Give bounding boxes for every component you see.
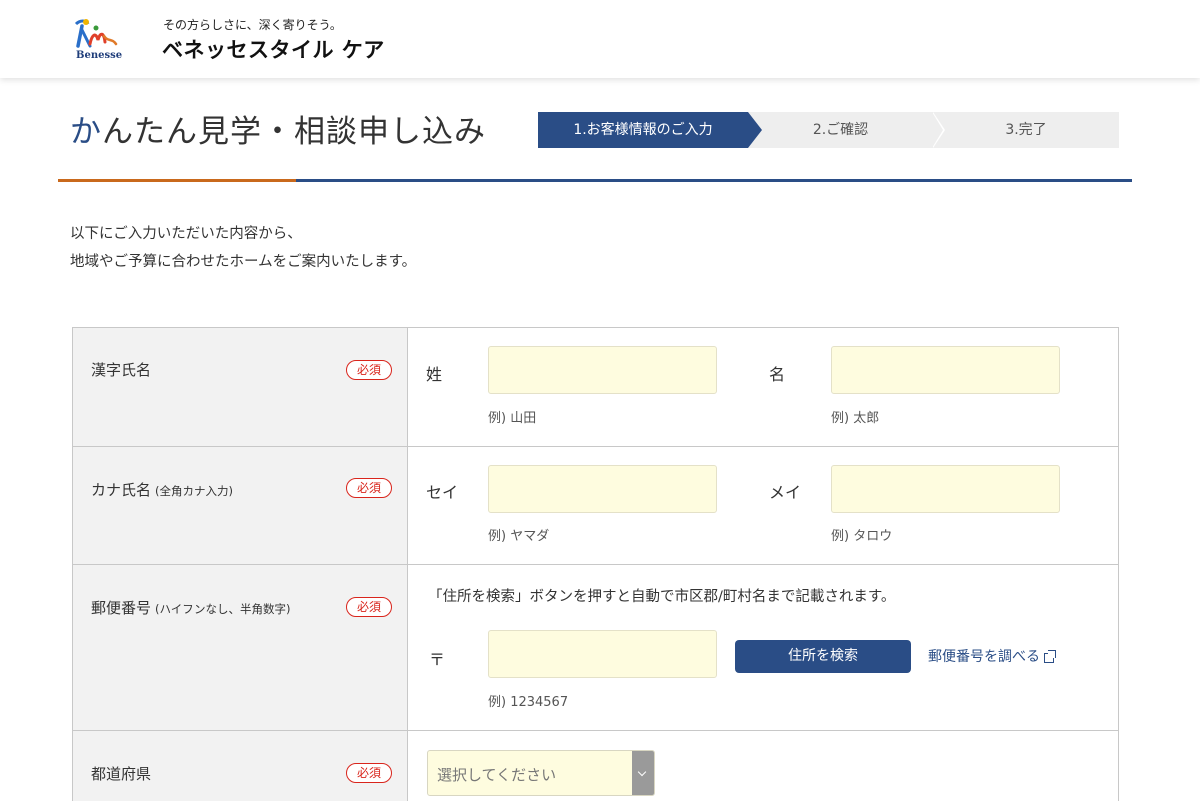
row-label-prefecture: 都道府県 必須 [73, 731, 408, 801]
kana-name-label: カナ氏名 (全角カナ入力) [91, 479, 233, 500]
kana-name-label-text: カナ氏名 [91, 481, 152, 499]
postal-code-label: 郵便番号 (ハイフンなし、半角数字) [91, 597, 291, 618]
tagline: その方らしさに、深く寄りそう。 [163, 18, 342, 32]
prefecture-select-value: 選択してください [437, 766, 557, 784]
required-badge: 必須 [346, 478, 392, 498]
postal-code-input[interactable] [488, 630, 717, 678]
prefecture-select[interactable]: 選択してください [427, 750, 655, 796]
postal-lookup-link-text: 郵便番号を調べる [928, 649, 1040, 665]
benesse-logo-word: Benesse [76, 50, 123, 61]
page-title: かんたん見学・相談申し込み [70, 106, 486, 151]
postal-code-example: 例) 1234567 [488, 695, 569, 710]
prefecture-label: 都道府県 [91, 765, 152, 783]
brand-name[interactable]: ベネッセスタイル ケア [162, 34, 385, 64]
first-name-example: 例) 太郎 [831, 411, 880, 426]
external-link-icon [1044, 650, 1056, 663]
last-name-example: 例) 山田 [488, 411, 537, 426]
kana-name-note: (全角カナ入力) [155, 484, 233, 498]
step-input: 1.お客様情報のご入力 [538, 112, 762, 148]
application-form: 漢字氏名 必須 姓 例) 山田 名 例) 太郎 カナ氏名 (全角カナ入力) 必須 … [72, 327, 1119, 801]
step-confirm: 2.ご確認 [748, 112, 945, 148]
address-search-button[interactable]: 住所を検索 [735, 640, 911, 673]
row-postal-code: 郵便番号 (ハイフンなし、半角数字) 必須 「住所を検索」ボタンを押すと自動で市区… [73, 565, 1118, 731]
postal-lookup-link[interactable]: 郵便番号を調べる [928, 646, 1056, 666]
last-name-input[interactable] [488, 346, 717, 394]
required-badge: 必須 [346, 763, 392, 783]
intro-line-1: 以下にご入力いただいた内容から、 [70, 226, 302, 242]
row-kanji-name: 漢字氏名 必須 姓 例) 山田 名 例) 太郎 [73, 328, 1118, 447]
last-kana-label: セイ [426, 483, 459, 502]
site-header: Benesse その方らしさに、深く寄りそう。 ベネッセスタイル ケア [0, 0, 1200, 78]
first-name-label: 名 [769, 365, 786, 384]
row-label-kanji-name: 漢字氏名 必須 [73, 328, 408, 446]
page-title-first-char: か [70, 114, 102, 150]
row-label-kana-name: カナ氏名 (全角カナ入力) 必須 [73, 447, 408, 564]
row-kana-name: カナ氏名 (全角カナ入力) 必須 セイ 例) ヤマダ メイ 例) タロウ [73, 447, 1118, 565]
progress-steps: 1.お客様情報のご入力 2.ご確認 3.完了 [538, 112, 1119, 148]
first-name-input[interactable] [831, 346, 1060, 394]
first-kana-example: 例) タロウ [831, 529, 893, 544]
chevron-down-icon [632, 751, 654, 795]
postal-code-label-text: 郵便番号 [91, 599, 152, 617]
step-complete: 3.完了 [1005, 122, 1047, 138]
divider-main [296, 179, 1132, 182]
row-prefecture: 都道府県 必須 選択してください [73, 731, 1118, 801]
row-label-postal-code: 郵便番号 (ハイフンなし、半角数字) 必須 [73, 565, 408, 730]
postal-mark: 〒 [429, 650, 446, 669]
kanji-name-label: 漢字氏名 [91, 361, 152, 379]
first-kana-label: メイ [769, 483, 802, 502]
first-kana-input[interactable] [831, 465, 1060, 513]
page-title-rest: んたん見学・相談申し込み [102, 114, 486, 150]
last-name-label: 姓 [426, 365, 443, 384]
postal-code-note: (ハイフンなし、半角数字) [155, 602, 291, 616]
divider-accent [58, 179, 296, 182]
required-badge: 必須 [346, 597, 392, 617]
last-kana-input[interactable] [488, 465, 717, 513]
intro-text: 以下にご入力いただいた内容から、 地域やご予算に合わせたホームをご案内いたします… [70, 220, 416, 276]
intro-line-2: 地域やご予算に合わせたホームをご案内いたします。 [70, 254, 417, 270]
postal-guide-text: 「住所を検索」ボタンを押すと自動で市区郡/町村名まで記載されます。 [428, 589, 896, 605]
required-badge: 必須 [346, 360, 392, 380]
last-kana-example: 例) ヤマダ [488, 529, 550, 544]
